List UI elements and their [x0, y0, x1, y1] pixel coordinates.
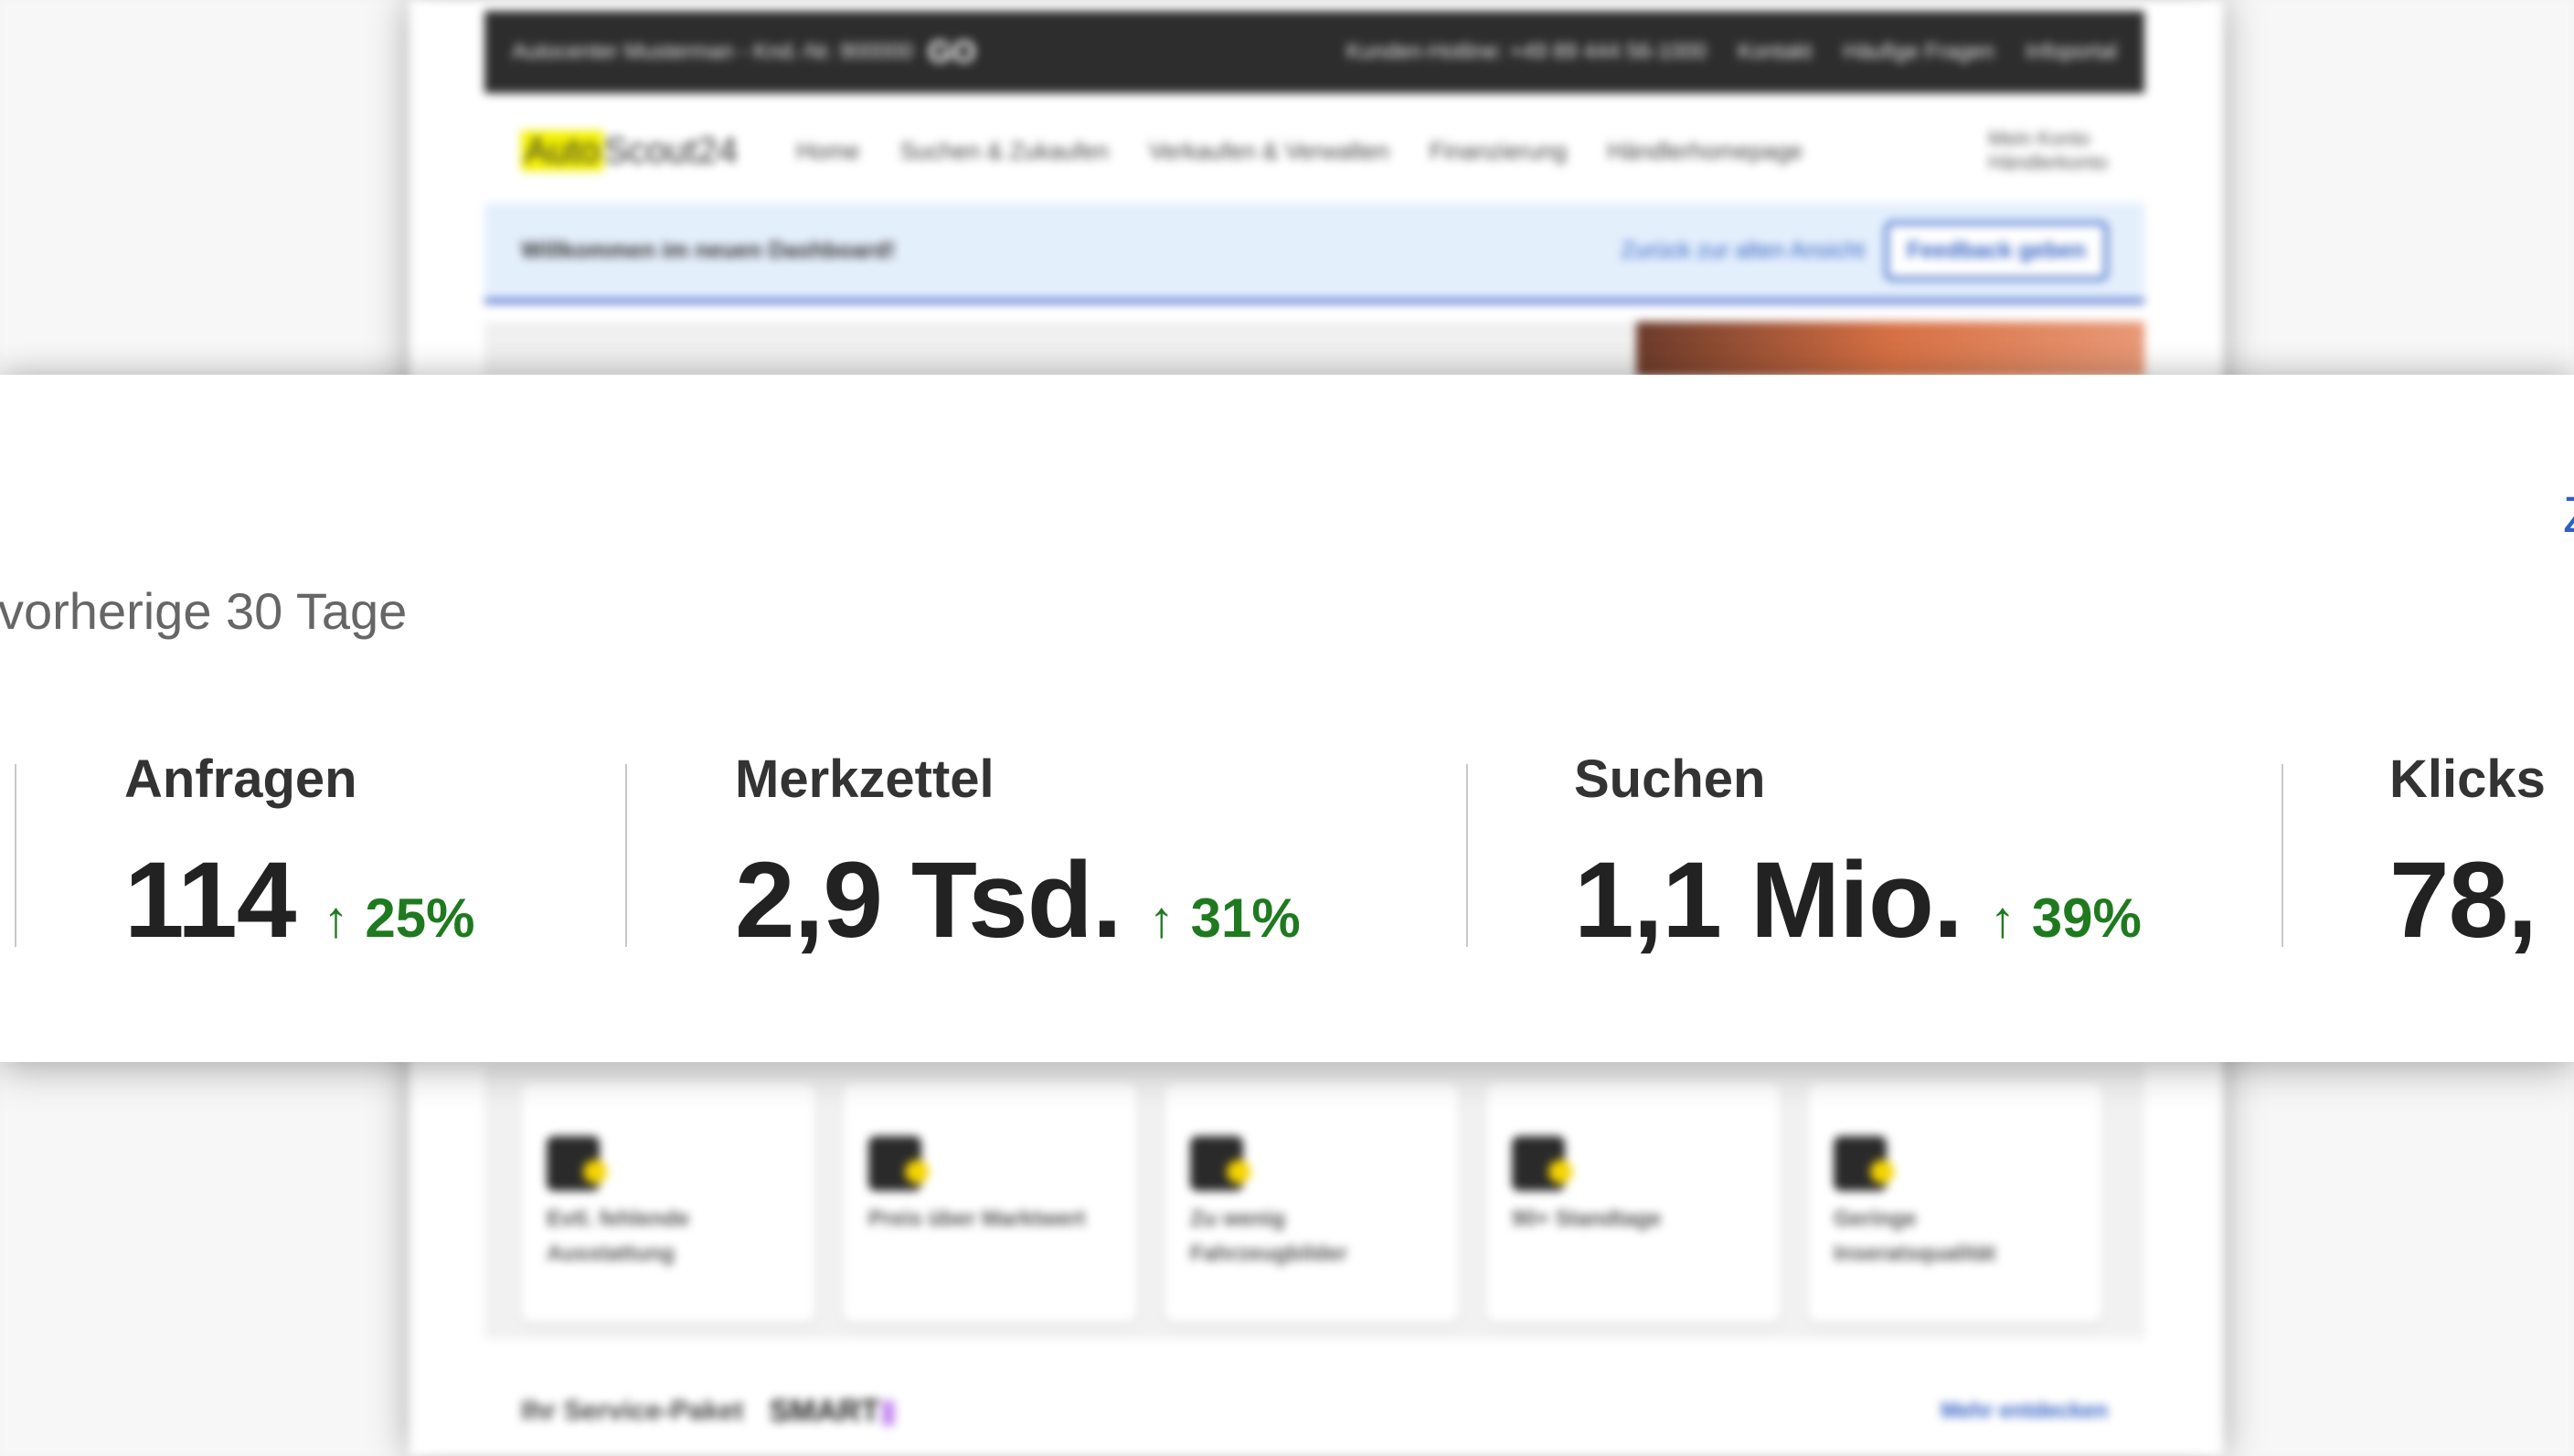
old-view-link[interactable]: Zurück zur alten Ansicht [1621, 238, 1865, 264]
card-listing-quality[interactable]: Geringe Inseratsqualität [1808, 1083, 2102, 1323]
stats-panel: vorherige 30 Tage Z Anfragen 114 ↑ 25% M… [0, 375, 2574, 1062]
top-info-bar: Autocenter Musterman - Knd.-Nr. 900000 G… [484, 11, 2144, 93]
contact-link[interactable]: Kontakt [1738, 39, 1812, 65]
car-warning-icon [547, 1136, 607, 1191]
nav-item-sell[interactable]: Verkaufen & Verwalten [1149, 137, 1389, 165]
card-standing-days[interactable]: 90+ Standtage [1486, 1083, 1781, 1323]
nav-item-home[interactable]: Home [796, 137, 859, 165]
autoscout24-logo[interactable]: Auto Scout24 [521, 130, 739, 172]
nav-item-financing[interactable]: Finanzierung [1430, 137, 1567, 165]
card-label: Geringe Inseratsqualität [1834, 1206, 1996, 1267]
trend-value: 25% [365, 887, 475, 949]
stat-label: Merkzettel [735, 749, 994, 809]
stat-clicks: Klicks 78, [2389, 749, 2546, 961]
period-label: vorherige 30 Tage [0, 582, 408, 640]
card-label: Preis über Marktwert [868, 1206, 1086, 1231]
discover-more-link[interactable]: Mehr entdecken [1941, 1398, 2108, 1424]
hero-image [1636, 322, 2144, 377]
divider [625, 764, 627, 947]
stat-inquiries: Anfragen 114 ↑ 25% [124, 749, 474, 961]
trend-value: 31% [1190, 887, 1301, 949]
nav-item-homepage[interactable]: Händlerhomepage [1607, 137, 1803, 165]
divider [1466, 764, 1468, 947]
stat-value: 114 [124, 840, 296, 961]
feedback-button[interactable]: Feedback geben [1885, 221, 2108, 281]
stat-value: 1,1 Mio. [1574, 840, 1963, 961]
issue-cards: Evtl. fehlende Ausstattung Preis über Ma… [484, 1065, 2144, 1339]
stat-watchlist: Merkzettel 2,9 Tsd. ↑ 31% [735, 749, 1301, 961]
account-menu[interactable]: Mein Konto Händlerkonto [1988, 127, 2108, 175]
car-warning-icon [1190, 1136, 1250, 1191]
welcome-banner: Willkommen im neuen Dashboard! Zurück zu… [484, 203, 2144, 303]
service-package-name: SMART▮ [769, 1393, 897, 1429]
card-missing-equipment[interactable]: Evtl. fehlende Ausstattung [521, 1083, 815, 1323]
arrow-up-icon: ↑ [323, 890, 349, 948]
dealer-info: Autocenter Musterman - Knd.-Nr. 900000 [512, 39, 913, 64]
account-subtitle: Händlerkonto [1988, 151, 2108, 174]
infoportal-link[interactable]: Infoportal [2026, 39, 2117, 65]
trend-value: 39% [2031, 887, 2142, 949]
card-label: Zu wenig Fahrzeugbilder [1190, 1206, 1348, 1267]
stat-label: Klicks [2389, 749, 2546, 809]
account-title: Mein Konto [1988, 126, 2090, 150]
divider [15, 764, 16, 947]
car-warning-icon [1834, 1136, 1894, 1191]
hotline-link[interactable]: Kunden-Hotline: +49 89 444 56-1000 [1346, 39, 1707, 65]
package-mark: ▮ [879, 1394, 898, 1429]
nav-item-search[interactable]: Suchen & Zukaufen [899, 137, 1108, 165]
card-few-images[interactable]: Zu wenig Fahrzeugbilder [1165, 1083, 1459, 1323]
service-label: Ihr Service-Paket [521, 1396, 744, 1426]
car-warning-icon [1512, 1136, 1572, 1191]
logo-highlight: Auto [521, 130, 604, 171]
divider [2282, 764, 2283, 947]
go-badge: GO [927, 34, 976, 69]
stat-trend: ↑ 25% [323, 887, 474, 950]
card-price-above-market[interactable]: Preis über Marktwert [843, 1083, 1137, 1323]
stat-value: 78, [2389, 840, 2537, 961]
main-nav: Auto Scout24 Home Suchen & Zukaufen Verka… [484, 101, 2144, 201]
card-label: Evtl. fehlende Ausstattung [547, 1206, 690, 1267]
arrow-up-icon: ↑ [1148, 890, 1175, 948]
logo-text: Scout24 [603, 130, 739, 171]
service-package-bar: Ihr Service-Paket SMART▮ Mehr entdecken [484, 1366, 2144, 1456]
faq-link[interactable]: Häufige Fragen [1843, 39, 1994, 65]
stat-searches: Suchen 1,1 Mio. ↑ 39% [1574, 749, 2142, 961]
stat-value: 2,9 Tsd. [735, 840, 1122, 961]
stat-label: Suchen [1574, 749, 1766, 809]
card-label: 90+ Standtage [1512, 1206, 1662, 1231]
welcome-text: Willkommen im neuen Dashboard! [521, 238, 896, 263]
car-warning-icon [868, 1136, 929, 1191]
stat-trend: ↑ 31% [1149, 887, 1301, 950]
package-text: SMART [769, 1394, 880, 1429]
stat-trend: ↑ 39% [1990, 887, 2142, 950]
stat-label: Anfragen [124, 749, 357, 809]
edge-link[interactable]: Z [2563, 484, 2574, 544]
arrow-up-icon: ↑ [1989, 890, 2016, 948]
